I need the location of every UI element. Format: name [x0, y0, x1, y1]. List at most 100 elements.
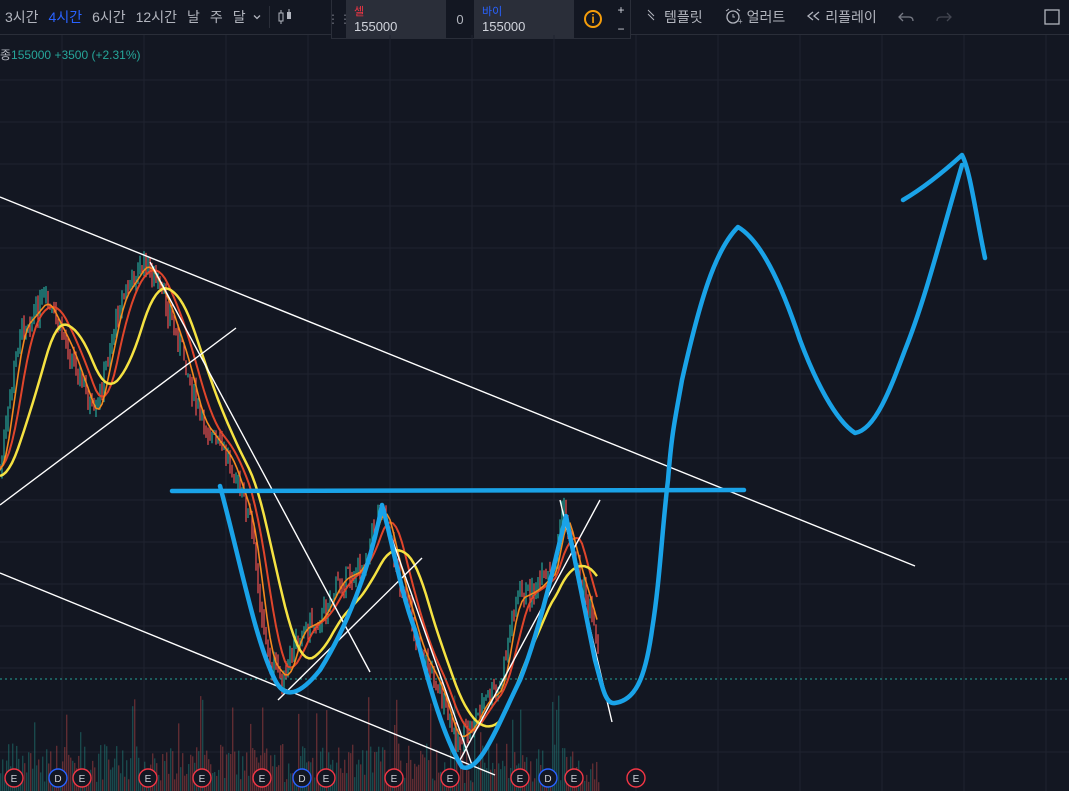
- template-button[interactable]: 템플릿: [636, 7, 713, 27]
- volume-bar: [126, 760, 128, 791]
- volume-bar: [240, 779, 242, 791]
- timeframe-3h[interactable]: 3시간: [0, 7, 44, 27]
- svg-text:E: E: [633, 774, 640, 785]
- volume-bar: [34, 722, 36, 791]
- volume-bar: [100, 745, 102, 791]
- volume-bar: [314, 777, 316, 791]
- event-marker: E: [72, 768, 92, 788]
- volume-bar: [460, 748, 462, 791]
- volume-bar: [424, 757, 426, 791]
- volume-bar: [290, 773, 292, 791]
- volume-bar: [418, 764, 420, 791]
- volume-bar: [502, 760, 504, 791]
- volume-bar: [228, 752, 230, 791]
- volume-bar: [108, 759, 110, 791]
- event-marker: E: [192, 768, 212, 788]
- moving-average-orange: [0, 266, 598, 738]
- event-marker: D: [538, 768, 558, 788]
- volume-bar: [242, 756, 244, 791]
- volume-bar: [96, 781, 98, 791]
- undo-button[interactable]: [887, 10, 925, 24]
- redo-button[interactable]: [925, 10, 963, 24]
- event-marker: E: [564, 768, 584, 788]
- event-marker: E: [510, 768, 530, 788]
- volume-bar: [70, 757, 72, 791]
- trade-panel: ⋮⋮ 셀 155000 0 바이 155000 i + −: [327, 0, 631, 39]
- volume-bar: [478, 765, 480, 791]
- volume-bar: [428, 760, 430, 791]
- volume-bar: [238, 750, 240, 791]
- volume-bar: [104, 744, 106, 791]
- volume-bar: [288, 763, 290, 791]
- volume-bar: [438, 772, 440, 791]
- volume-bar: [130, 758, 132, 791]
- timeframe-4h[interactable]: 4시간: [44, 7, 88, 27]
- volume-bar: [26, 772, 28, 791]
- volume-bar: [114, 758, 116, 791]
- candlestick-icon[interactable]: [276, 8, 294, 26]
- info-button[interactable]: i: [574, 0, 612, 38]
- timeframe-day[interactable]: 날: [182, 7, 205, 27]
- drag-handle-icon[interactable]: ⋮⋮: [327, 0, 351, 38]
- volume-bar: [370, 746, 372, 791]
- volume-bar: [120, 773, 122, 791]
- timeframe-6h[interactable]: 6시간: [87, 7, 131, 27]
- buy-button[interactable]: 바이 155000: [474, 0, 574, 38]
- sell-label: 셀: [354, 6, 365, 18]
- timeframe-month[interactable]: 달: [228, 7, 251, 27]
- volume-bar: [286, 779, 288, 791]
- volume-bar: [36, 765, 38, 791]
- quantity-stepper: + −: [612, 0, 630, 38]
- volume-bar: [414, 763, 416, 791]
- volume-bar: [408, 745, 410, 791]
- volume-bar: [368, 697, 370, 791]
- plus-button[interactable]: +: [612, 0, 630, 19]
- volume-bar: [102, 779, 104, 791]
- volume-bar: [534, 778, 536, 791]
- volume-bar: [184, 775, 186, 791]
- price-chart[interactable]: EDEEEEDEEEEDEE: [0, 35, 1069, 791]
- svg-text:+: +: [738, 17, 743, 25]
- volume-bar: [192, 756, 194, 791]
- volume-bar: [98, 753, 100, 791]
- volume-bar: [432, 778, 434, 791]
- timeframe-week[interactable]: 주: [205, 7, 228, 27]
- volume-bar: [276, 766, 278, 791]
- alert-button[interactable]: + 얼러트: [713, 7, 796, 28]
- volume-bar: [404, 777, 406, 791]
- volume-bar: [436, 749, 438, 791]
- event-marker: E: [252, 768, 272, 788]
- volume-bar: [416, 766, 418, 791]
- svg-text:E: E: [571, 774, 578, 785]
- timeframe-12h[interactable]: 12시간: [131, 7, 182, 27]
- volume-bar: [284, 782, 286, 791]
- price-candles: [0, 251, 599, 760]
- volume-bar: [0, 773, 2, 791]
- chevron-down-icon[interactable]: [251, 11, 263, 23]
- event-marker: D: [292, 768, 312, 788]
- volume-bar: [590, 769, 592, 791]
- sell-button[interactable]: 셀 155000: [346, 0, 446, 38]
- svg-text:E: E: [517, 774, 524, 785]
- volume-bar: [464, 782, 466, 791]
- svg-text:D: D: [54, 774, 61, 785]
- blue-drawing: [169, 152, 988, 770]
- volume-bar: [484, 762, 486, 791]
- volume-bar: [280, 745, 282, 791]
- volume-bar: [312, 757, 314, 791]
- volume-bar: [168, 773, 170, 791]
- volume-bar: [480, 732, 482, 791]
- fullscreen-button[interactable]: [1033, 8, 1069, 26]
- quantity-field[interactable]: 0: [446, 0, 474, 38]
- volume-bar: [530, 761, 532, 791]
- volume-bar: [28, 752, 30, 791]
- replay-button[interactable]: 리플레이: [795, 7, 887, 27]
- volume-bar: [174, 779, 176, 791]
- volume-bar: [498, 763, 500, 791]
- volume-bar: [136, 746, 138, 791]
- volume-bar: [346, 773, 348, 791]
- right-toolbar: 템플릿 + 얼러트 리플레이: [636, 0, 1069, 34]
- alert-label: 얼러트: [746, 9, 786, 25]
- volume-bar: [106, 746, 108, 791]
- volume-bar: [594, 779, 596, 791]
